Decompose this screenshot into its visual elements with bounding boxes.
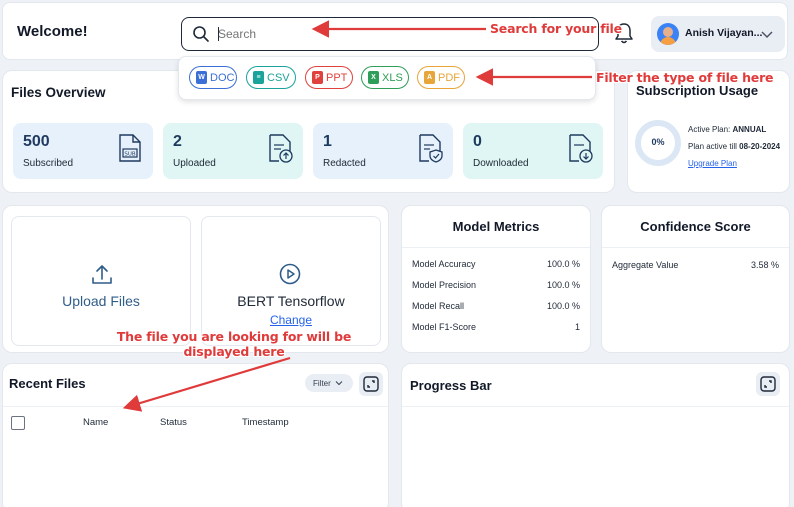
- recent-files-card: Recent Files Filter Name Status Timestam…: [2, 363, 389, 507]
- metric-value: 100.0 %: [546, 301, 580, 311]
- stat-uploaded[interactable]: 2 Uploaded: [163, 123, 303, 179]
- files-overview-title: Files Overview: [11, 85, 106, 100]
- select-all-checkbox[interactable]: [11, 416, 25, 430]
- metric-name: Model Accuracy: [412, 259, 476, 269]
- chip-label: PPT: [326, 71, 348, 84]
- metric-name: Model F1-Score: [412, 322, 477, 332]
- metric-value: 1: [574, 322, 580, 332]
- metric-name: Model Precision: [412, 280, 477, 290]
- change-model-link[interactable]: Change: [202, 313, 380, 327]
- filter-chip-xls[interactable]: X XLS: [361, 66, 409, 89]
- svg-text:SUB: SUB: [124, 152, 136, 158]
- progress-title: Progress Bar: [410, 378, 492, 393]
- chip-label: DOC: [210, 71, 235, 84]
- file-type-filter-popup: W DOC ≡ CSV P PPT X XLS A PDF: [178, 56, 596, 100]
- column-header-status: Status: [160, 417, 187, 428]
- csv-file-icon: ≡: [253, 71, 264, 84]
- user-name: Anish Vijayan...: [685, 27, 763, 39]
- subscription-card: Subscription Usage 0% Active Plan: ANNUA…: [627, 70, 790, 193]
- welcome-heading: Welcome!: [17, 23, 88, 40]
- avatar: [657, 23, 679, 45]
- search-input[interactable]: [218, 24, 478, 44]
- usage-percent: 0%: [651, 137, 665, 147]
- column-header-name: Name: [83, 417, 109, 428]
- stat-value: 2: [173, 133, 182, 150]
- plan-expiry: Plan active till 08-20-2024: [688, 142, 781, 151]
- chip-label: PDF: [438, 71, 460, 84]
- expand-button[interactable]: [756, 372, 780, 396]
- stat-label: Subscribed: [23, 158, 74, 169]
- recent-files-title: Recent Files: [9, 376, 86, 391]
- sub-document-icon: SUB: [119, 134, 141, 162]
- play-icon: [279, 263, 301, 285]
- stat-redacted[interactable]: 1 Redacted: [313, 123, 453, 179]
- upload-document-icon: [269, 134, 293, 163]
- pdf-file-icon: A: [424, 71, 435, 84]
- chip-label: CSV: [267, 71, 290, 84]
- filter-chip-doc[interactable]: W DOC: [189, 66, 237, 89]
- confidence-label: Aggregate Value: [612, 260, 679, 270]
- redacted-document-icon: [419, 134, 443, 163]
- filter-chip-pdf[interactable]: A PDF: [417, 66, 465, 89]
- top-header: Welcome! Anish Vijayan...: [2, 2, 788, 60]
- metric-name: Model Recall: [412, 301, 465, 311]
- filter-label: Filter: [313, 378, 331, 388]
- confidence-card: Confidence Score Aggregate Value 3.58 %: [601, 205, 790, 353]
- column-header-timestamp: Timestamp: [242, 417, 289, 428]
- metric-value: 100.0 %: [546, 280, 580, 290]
- metric-value: 100.0 %: [546, 259, 580, 269]
- download-document-icon: [569, 134, 593, 163]
- divider: [3, 406, 388, 407]
- model-name: BERT Tensorflow: [237, 293, 345, 309]
- confidence-value: 3.58 %: [750, 260, 779, 270]
- filter-chip-csv[interactable]: ≡ CSV: [246, 66, 296, 89]
- stat-label: Downloaded: [473, 158, 529, 169]
- subscription-title: Subscription Usage: [636, 83, 759, 98]
- stat-value: 0: [473, 133, 482, 150]
- expand-button[interactable]: [359, 372, 383, 396]
- stat-downloaded[interactable]: 0 Downloaded: [463, 123, 603, 179]
- search-annotation: Search for your file: [490, 21, 622, 36]
- upload-icon: [92, 265, 112, 284]
- filter-chip-ppt[interactable]: P PPT: [305, 66, 353, 89]
- upload-files-label: Upload Files: [62, 293, 140, 309]
- filter-annotation: Filter the type of file here: [596, 70, 774, 85]
- confidence-title: Confidence Score: [602, 206, 789, 248]
- user-menu[interactable]: Anish Vijayan...: [651, 16, 785, 52]
- chevron-down-icon: [761, 31, 773, 39]
- progress-card: Progress Bar: [401, 363, 790, 507]
- stat-label: Uploaded: [173, 158, 216, 169]
- stat-value: 500: [23, 133, 50, 150]
- stat-subscribed[interactable]: 500 Subscribed SUB: [13, 123, 153, 179]
- model-metrics-card: Model Metrics Model Accuracy 100.0 % Mod…: [401, 205, 591, 353]
- upload-files-tile[interactable]: Upload Files: [11, 216, 191, 346]
- filter-button[interactable]: Filter: [305, 374, 353, 392]
- model-metrics-title: Model Metrics: [402, 206, 590, 248]
- ppt-file-icon: P: [312, 71, 323, 84]
- expand-icon: [363, 376, 379, 392]
- stat-label: Redacted: [323, 158, 366, 169]
- search-icon: [193, 26, 209, 42]
- active-plan: Active Plan: ANNUAL: [688, 125, 767, 134]
- model-tile: BERT Tensorflow Change: [201, 216, 381, 346]
- upgrade-plan-link[interactable]: Upgrade Plan: [688, 159, 737, 168]
- doc-file-icon: W: [196, 71, 207, 84]
- expand-icon: [760, 376, 776, 392]
- xls-file-icon: X: [368, 71, 379, 84]
- chevron-down-icon: [335, 381, 343, 386]
- stat-value: 1: [323, 133, 332, 150]
- chip-label: XLS: [382, 71, 403, 84]
- display-annotation: The file you are looking for will be dis…: [116, 329, 352, 359]
- divider: [402, 406, 789, 407]
